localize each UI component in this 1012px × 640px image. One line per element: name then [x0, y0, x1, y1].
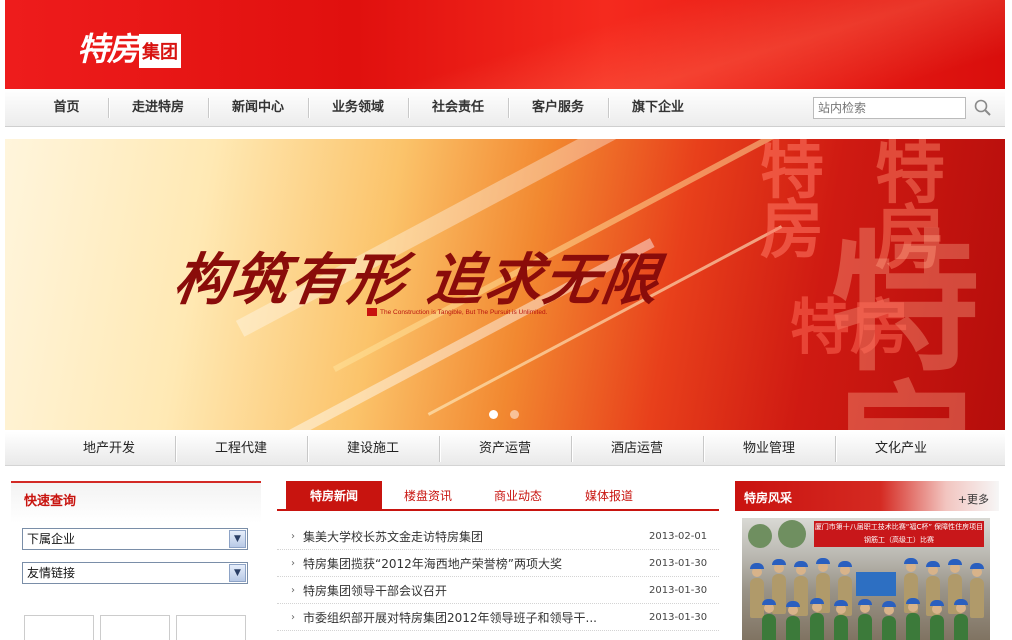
hero-slogan-en: The Construction is Tangible, But The Pu… — [367, 308, 547, 316]
news-item-date: 2013-01-30 — [649, 557, 708, 569]
photo-person — [786, 601, 800, 640]
nav-item-subsidiaries[interactable]: 旗下企业 — [608, 89, 708, 127]
quick-query-title: 快速查询 — [24, 494, 77, 509]
news-panel: 特房新闻 楼盘资讯 商业动态 媒体报道 › 集美大学校长苏文金走访特房集团 20… — [277, 481, 719, 640]
news-item-title[interactable]: 市委组织部开展对特房集团2012年领导班子和领导干... — [303, 609, 649, 626]
nav-item-home[interactable]: 首页 — [25, 89, 108, 127]
tab-media-reports[interactable]: 媒体报道 — [574, 481, 644, 509]
search-icon[interactable] — [973, 98, 993, 118]
quick-query-panel: 快速查询 下属企业 ▼ 友情链接 ▼ — [11, 481, 261, 640]
main-nav: 首页 走进特房 新闻中心 业务领域 社会责任 客户服务 旗下企业 — [25, 89, 708, 127]
brand-mark-icon — [367, 308, 377, 316]
news-item[interactable]: › 特房集团揽获“2012年海西地产荣誉榜”两项大奖 2013-01-30 — [277, 550, 719, 577]
gallery-panel: 特房风采 +更多 厦门市第十八届职工技术比赛“福C杯” 保障性住房项目钢筋工（高… — [735, 481, 999, 640]
news-item-date: 2013-01-30 — [649, 611, 708, 623]
logo-text: 特房 — [77, 30, 139, 68]
quick-link-thumb[interactable] — [24, 615, 94, 640]
quick-link-thumb[interactable] — [176, 615, 246, 640]
gallery-more-link[interactable]: +更多 — [958, 491, 989, 507]
nav-item-business[interactable]: 业务领域 — [308, 89, 408, 127]
news-item-title[interactable]: 集美大学校长苏文金走访特房集团 — [303, 528, 649, 545]
business-hotel[interactable]: 酒店运营 — [571, 432, 703, 466]
business-asset-operation[interactable]: 资产运营 — [439, 432, 571, 466]
chevron-right-icon: › — [291, 557, 295, 569]
search-input[interactable] — [813, 97, 966, 119]
news-item[interactable]: › 特房集团领导干部会议召开 2013-01-30 — [277, 577, 719, 604]
quick-links-thumbs — [24, 615, 246, 640]
chevron-right-icon: › — [291, 530, 295, 542]
chevron-right-icon: › — [291, 584, 295, 596]
business-construction[interactable]: 建设施工 — [307, 432, 439, 466]
photo-tree — [748, 524, 772, 548]
header-banner: 特房 集团 — [5, 0, 1005, 89]
photo-person — [750, 563, 764, 618]
chevron-down-icon[interactable]: ▼ — [229, 564, 246, 582]
hero-banner[interactable]: 特房 特房 特房 特房 构筑有形 追求无限 The Construction i… — [5, 139, 1005, 430]
photo-person — [858, 599, 872, 640]
news-item[interactable]: › 集美大学校长苏文金走访特房集团 2013-02-01 — [277, 523, 719, 550]
hero-motif: 特房 — [790, 293, 910, 363]
news-item-date: 2013-02-01 — [649, 530, 708, 542]
chevron-right-icon: › — [291, 611, 295, 623]
photo-person — [906, 598, 920, 640]
photo-person — [882, 601, 896, 640]
slide-indicators — [489, 410, 519, 419]
photo-person — [970, 563, 984, 618]
nav-item-about[interactable]: 走进特房 — [108, 89, 208, 127]
nav-item-news[interactable]: 新闻中心 — [208, 89, 308, 127]
business-agent-construction[interactable]: 工程代建 — [175, 432, 307, 466]
news-item-title[interactable]: 特房集团揽获“2012年海西地产荣誉榜”两项大奖 — [303, 555, 649, 572]
photo-person — [930, 600, 944, 640]
gallery-photo[interactable]: 厦门市第十八届职工技术比赛“福C杯” 保障性住房项目钢筋工（高级工）比赛 — [742, 518, 990, 640]
logo-seal: 集团 — [139, 34, 182, 68]
quick-link-thumb[interactable] — [100, 615, 170, 640]
news-list: › 集美大学校长苏文金走访特房集团 2013-02-01 › 特房集团揽获“20… — [277, 523, 719, 631]
hero-slogan-en-text: The Construction is Tangible, But The Pu… — [380, 308, 548, 316]
subsidiaries-select[interactable]: 下属企业 ▼ — [22, 528, 248, 550]
news-item-title[interactable]: 特房集团领导干部会议召开 — [303, 582, 649, 599]
photo-event-banner: 厦门市第十八届职工技术比赛“福C杯” 保障性住房项目钢筋工（高级工）比赛 — [814, 521, 984, 547]
news-item[interactable]: › 市委组织部开展对特房集团2012年领导班子和领导干... 2013-01-3… — [277, 604, 719, 631]
main-nav-bar: 首页 走进特房 新闻中心 业务领域 社会责任 客户服务 旗下企业 — [5, 89, 1005, 127]
gallery-header: 特房风采 +更多 — [735, 481, 999, 511]
chevron-down-icon[interactable]: ▼ — [229, 530, 246, 548]
business-real-estate[interactable]: 地产开发 — [43, 432, 175, 466]
subsidiaries-select-value: 下属企业 — [27, 532, 76, 546]
photo-person — [810, 598, 824, 640]
tab-company-news[interactable]: 特房新闻 — [286, 481, 382, 509]
news-tabs: 特房新闻 楼盘资讯 商业动态 媒体报道 — [277, 481, 719, 511]
business-culture[interactable]: 文化产业 — [835, 432, 967, 466]
slide-dot-2[interactable] — [510, 410, 519, 419]
gallery-title: 特房风采 — [744, 491, 793, 505]
photo-person — [954, 599, 968, 640]
logo[interactable]: 特房 集团 — [77, 24, 182, 70]
links-select[interactable]: 友情链接 ▼ — [22, 562, 248, 584]
hero-slogan: 构筑有形 追求无限 — [169, 247, 665, 313]
business-nav: 地产开发 工程代建 建设施工 资产运营 酒店运营 物业管理 文化产业 — [5, 432, 1005, 466]
business-property-management[interactable]: 物业管理 — [703, 432, 835, 466]
tab-property-info[interactable]: 楼盘资讯 — [393, 481, 463, 509]
photo-person — [772, 559, 786, 614]
nav-item-service[interactable]: 客户服务 — [508, 89, 608, 127]
photo-team-sign — [856, 572, 896, 596]
news-item-date: 2013-01-30 — [649, 584, 708, 596]
links-select-value: 友情链接 — [27, 566, 76, 580]
tab-business-news[interactable]: 商业动态 — [483, 481, 553, 509]
photo-person — [762, 599, 776, 640]
slide-dot-1[interactable] — [489, 410, 498, 419]
photo-person — [834, 600, 848, 640]
nav-item-responsibility[interactable]: 社会责任 — [408, 89, 508, 127]
photo-tree — [778, 520, 806, 548]
